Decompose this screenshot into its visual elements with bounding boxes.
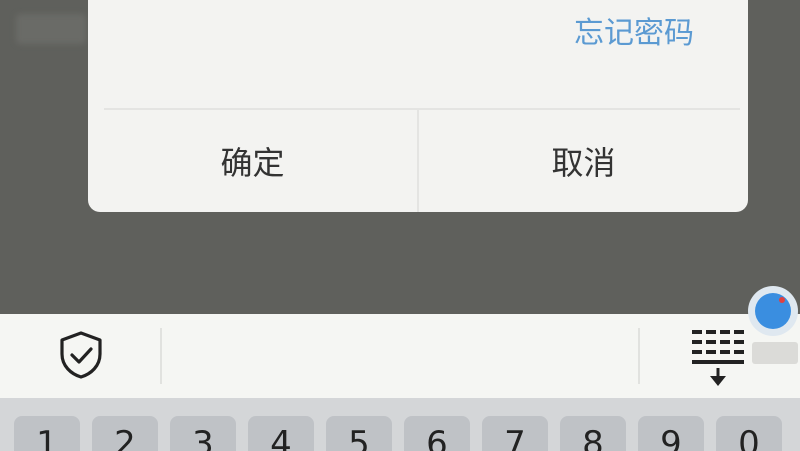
password-dialog: 忘记密码 确定 取消 xyxy=(88,0,748,212)
key-2[interactable]: 2 xyxy=(92,416,158,451)
screen: 忘记密码 确定 取消 12 3 4 5 6 7 8 9 0 xyxy=(0,0,800,451)
key-6[interactable]: 6 xyxy=(404,416,470,451)
confirm-button[interactable]: 确定 xyxy=(88,110,417,212)
background-text xyxy=(16,14,86,44)
key-8[interactable]: 8 xyxy=(560,416,626,451)
key-0[interactable]: 0 xyxy=(716,416,782,451)
keyboard: 1234567890 xyxy=(0,398,800,451)
key-4[interactable]: 4 xyxy=(248,416,314,451)
key-1[interactable]: 1 xyxy=(14,416,80,451)
key-9[interactable]: 9 xyxy=(638,416,704,451)
forgot-password-link[interactable]: 忘记密码 xyxy=(574,14,694,54)
key-7[interactable]: 7 xyxy=(482,416,548,451)
keyboard-hide-icon[interactable] xyxy=(690,328,750,394)
number-key-row: 1234567890 xyxy=(14,416,782,451)
dialog-button-bar: 确定 取消 xyxy=(88,110,748,212)
cancel-button[interactable]: 取消 xyxy=(419,110,748,212)
shield-check-icon[interactable] xyxy=(58,330,104,380)
key-5[interactable]: 5 xyxy=(326,416,392,451)
floating-ball-core xyxy=(755,293,791,329)
toolbar-divider xyxy=(638,328,640,384)
notification-dot xyxy=(779,297,785,303)
toolbar-divider xyxy=(160,328,162,384)
floating-assistant-icon[interactable] xyxy=(748,286,798,336)
floating-ball-label xyxy=(752,342,798,364)
keyboard-toolbar xyxy=(0,314,800,398)
key-3[interactable]: 3 xyxy=(170,416,236,451)
